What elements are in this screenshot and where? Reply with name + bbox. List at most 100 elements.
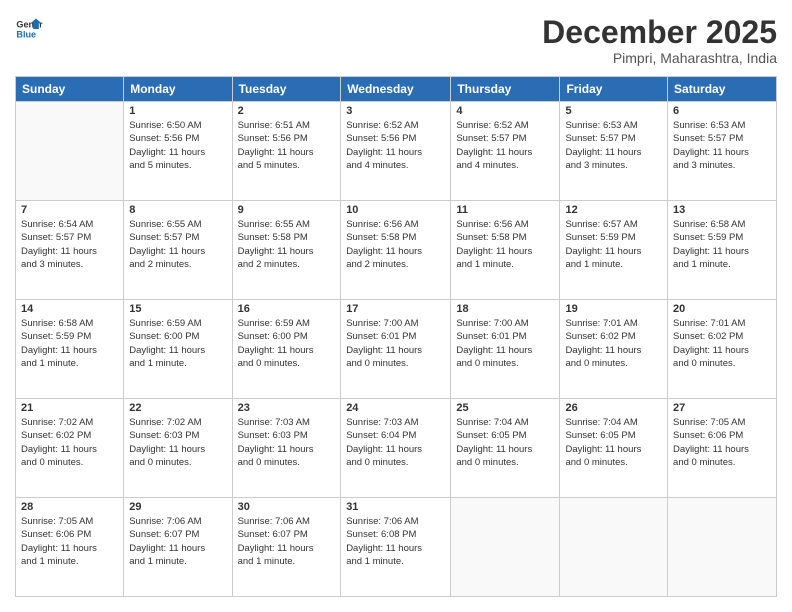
day-number: 6 <box>673 105 771 117</box>
svg-text:General: General <box>16 20 43 30</box>
svg-text:Blue: Blue <box>16 29 36 39</box>
day-info: Sunrise: 6:57 AM Sunset: 5:59 PM Dayligh… <box>565 218 662 271</box>
calendar-cell: 16 Sunrise: 6:59 AM Sunset: 6:00 PM Dayli… <box>232 300 341 399</box>
day-number: 1 <box>129 105 226 117</box>
calendar-cell: 19 Sunrise: 7:01 AM Sunset: 6:02 PM Dayli… <box>560 300 668 399</box>
day-info: Sunrise: 7:03 AM Sunset: 6:03 PM Dayligh… <box>238 416 336 469</box>
calendar-cell: 22 Sunrise: 7:02 AM Sunset: 6:03 PM Dayli… <box>124 399 232 498</box>
day-number: 27 <box>673 402 771 414</box>
calendar-cell: 4 Sunrise: 6:52 AM Sunset: 5:57 PM Daylig… <box>451 102 560 201</box>
subtitle: Pimpri, Maharashtra, India <box>542 50 777 66</box>
day-number: 11 <box>456 204 554 216</box>
day-info: Sunrise: 7:02 AM Sunset: 6:03 PM Dayligh… <box>129 416 226 469</box>
calendar-cell: 12 Sunrise: 6:57 AM Sunset: 5:59 PM Dayli… <box>560 201 668 300</box>
calendar-cell: 26 Sunrise: 7:04 AM Sunset: 6:05 PM Dayli… <box>560 399 668 498</box>
day-number: 17 <box>346 303 445 315</box>
day-number: 23 <box>238 402 336 414</box>
day-info: Sunrise: 6:56 AM Sunset: 5:58 PM Dayligh… <box>456 218 554 271</box>
calendar-week-2: 7 Sunrise: 6:54 AM Sunset: 5:57 PM Daylig… <box>16 201 777 300</box>
day-info: Sunrise: 7:06 AM Sunset: 6:07 PM Dayligh… <box>238 515 336 568</box>
day-number: 4 <box>456 105 554 117</box>
day-number: 2 <box>238 105 336 117</box>
day-info: Sunrise: 7:06 AM Sunset: 6:07 PM Dayligh… <box>129 515 226 568</box>
calendar-cell: 29Sunrise: 7:06 AM Sunset: 6:07 PM Dayli… <box>124 498 232 597</box>
day-number: 16 <box>238 303 336 315</box>
day-info: Sunrise: 7:06 AM Sunset: 6:08 PM Dayligh… <box>346 515 445 568</box>
calendar-week-3: 14 Sunrise: 6:58 AM Sunset: 5:59 PM Dayli… <box>16 300 777 399</box>
day-number: 28 <box>21 501 118 513</box>
calendar-cell: 17 Sunrise: 7:00 AM Sunset: 6:01 PM Dayli… <box>341 300 451 399</box>
calendar-cell: 25Sunrise: 7:04 AM Sunset: 6:05 PM Dayli… <box>451 399 560 498</box>
day-info: Sunrise: 6:58 AM Sunset: 5:59 PM Dayligh… <box>21 317 118 370</box>
calendar-cell: 5 Sunrise: 6:53 AM Sunset: 5:57 PM Daylig… <box>560 102 668 201</box>
calendar-week-4: 21 Sunrise: 7:02 AM Sunset: 6:02 PM Dayli… <box>16 399 777 498</box>
calendar-cell: 2 Sunrise: 6:51 AM Sunset: 5:56 PM Daylig… <box>232 102 341 201</box>
calendar-cell: 9 Sunrise: 6:55 AM Sunset: 5:58 PM Daylig… <box>232 201 341 300</box>
calendar-cell: 6 Sunrise: 6:53 AM Sunset: 5:57 PM Daylig… <box>668 102 777 201</box>
day-number: 15 <box>129 303 226 315</box>
day-info: Sunrise: 6:59 AM Sunset: 6:00 PM Dayligh… <box>238 317 336 370</box>
calendar-cell: 1 Sunrise: 6:50 AM Sunset: 5:56 PM Daylig… <box>124 102 232 201</box>
day-info: Sunrise: 6:55 AM Sunset: 5:58 PM Dayligh… <box>238 218 336 271</box>
day-info: Sunrise: 6:50 AM Sunset: 5:56 PM Dayligh… <box>129 119 226 172</box>
day-number: 26 <box>565 402 662 414</box>
calendar-cell: 10 Sunrise: 6:56 AM Sunset: 5:58 PM Dayli… <box>341 201 451 300</box>
day-info: Sunrise: 7:05 AM Sunset: 6:06 PM Dayligh… <box>673 416 771 469</box>
calendar-cell: 27 Sunrise: 7:05 AM Sunset: 6:06 PM Dayli… <box>668 399 777 498</box>
day-info: Sunrise: 6:56 AM Sunset: 5:58 PM Dayligh… <box>346 218 445 271</box>
calendar-cell: 15Sunrise: 6:59 AM Sunset: 6:00 PM Dayli… <box>124 300 232 399</box>
day-info: Sunrise: 7:00 AM Sunset: 6:01 PM Dayligh… <box>456 317 554 370</box>
calendar-cell <box>16 102 124 201</box>
day-number: 14 <box>21 303 118 315</box>
calendar-cell: 31Sunrise: 7:06 AM Sunset: 6:08 PM Dayli… <box>341 498 451 597</box>
day-info: Sunrise: 6:52 AM Sunset: 5:56 PM Dayligh… <box>346 119 445 172</box>
calendar-week-1: 1 Sunrise: 6:50 AM Sunset: 5:56 PM Daylig… <box>16 102 777 201</box>
day-number: 24 <box>346 402 445 414</box>
day-info: Sunrise: 6:55 AM Sunset: 5:57 PM Dayligh… <box>129 218 226 271</box>
calendar-cell: 7 Sunrise: 6:54 AM Sunset: 5:57 PM Daylig… <box>16 201 124 300</box>
calendar-header-thursday: Thursday <box>451 77 560 102</box>
calendar-header-monday: Monday <box>124 77 232 102</box>
calendar-cell: 28 Sunrise: 7:05 AM Sunset: 6:06 PM Dayli… <box>16 498 124 597</box>
calendar-cell: 14 Sunrise: 6:58 AM Sunset: 5:59 PM Dayli… <box>16 300 124 399</box>
day-number: 12 <box>565 204 662 216</box>
day-number: 20 <box>673 303 771 315</box>
day-info: Sunrise: 7:01 AM Sunset: 6:02 PM Dayligh… <box>565 317 662 370</box>
day-info: Sunrise: 7:02 AM Sunset: 6:02 PM Dayligh… <box>21 416 118 469</box>
day-info: Sunrise: 7:03 AM Sunset: 6:04 PM Dayligh… <box>346 416 445 469</box>
day-number: 3 <box>346 105 445 117</box>
day-info: Sunrise: 6:52 AM Sunset: 5:57 PM Dayligh… <box>456 119 554 172</box>
day-number: 30 <box>238 501 336 513</box>
day-number: 19 <box>565 303 662 315</box>
day-number: 22 <box>129 402 226 414</box>
day-info: Sunrise: 7:05 AM Sunset: 6:06 PM Dayligh… <box>21 515 118 568</box>
day-number: 18 <box>456 303 554 315</box>
calendar-header-tuesday: Tuesday <box>232 77 341 102</box>
day-info: Sunrise: 6:51 AM Sunset: 5:56 PM Dayligh… <box>238 119 336 172</box>
day-number: 7 <box>21 204 118 216</box>
month-title: December 2025 <box>542 15 777 50</box>
calendar-cell <box>560 498 668 597</box>
day-info: Sunrise: 6:53 AM Sunset: 5:57 PM Dayligh… <box>673 119 771 172</box>
day-info: Sunrise: 7:04 AM Sunset: 6:05 PM Dayligh… <box>456 416 554 469</box>
calendar-header-saturday: Saturday <box>668 77 777 102</box>
header: General Blue December 2025 Pimpri, Mahar… <box>15 15 777 66</box>
calendar-cell <box>668 498 777 597</box>
calendar-header-wednesday: Wednesday <box>341 77 451 102</box>
calendar-cell <box>451 498 560 597</box>
calendar-cell: 3 Sunrise: 6:52 AM Sunset: 5:56 PM Daylig… <box>341 102 451 201</box>
day-info: Sunrise: 7:00 AM Sunset: 6:01 PM Dayligh… <box>346 317 445 370</box>
day-number: 21 <box>21 402 118 414</box>
calendar-table: SundayMondayTuesdayWednesdayThursdayFrid… <box>15 76 777 597</box>
day-info: Sunrise: 7:04 AM Sunset: 6:05 PM Dayligh… <box>565 416 662 469</box>
day-number: 13 <box>673 204 771 216</box>
logo-icon: General Blue <box>15 15 43 43</box>
day-number: 10 <box>346 204 445 216</box>
day-number: 5 <box>565 105 662 117</box>
day-info: Sunrise: 6:54 AM Sunset: 5:57 PM Dayligh… <box>21 218 118 271</box>
day-number: 8 <box>129 204 226 216</box>
day-number: 9 <box>238 204 336 216</box>
calendar-header-friday: Friday <box>560 77 668 102</box>
day-info: Sunrise: 6:53 AM Sunset: 5:57 PM Dayligh… <box>565 119 662 172</box>
calendar-header-row: SundayMondayTuesdayWednesdayThursdayFrid… <box>16 77 777 102</box>
